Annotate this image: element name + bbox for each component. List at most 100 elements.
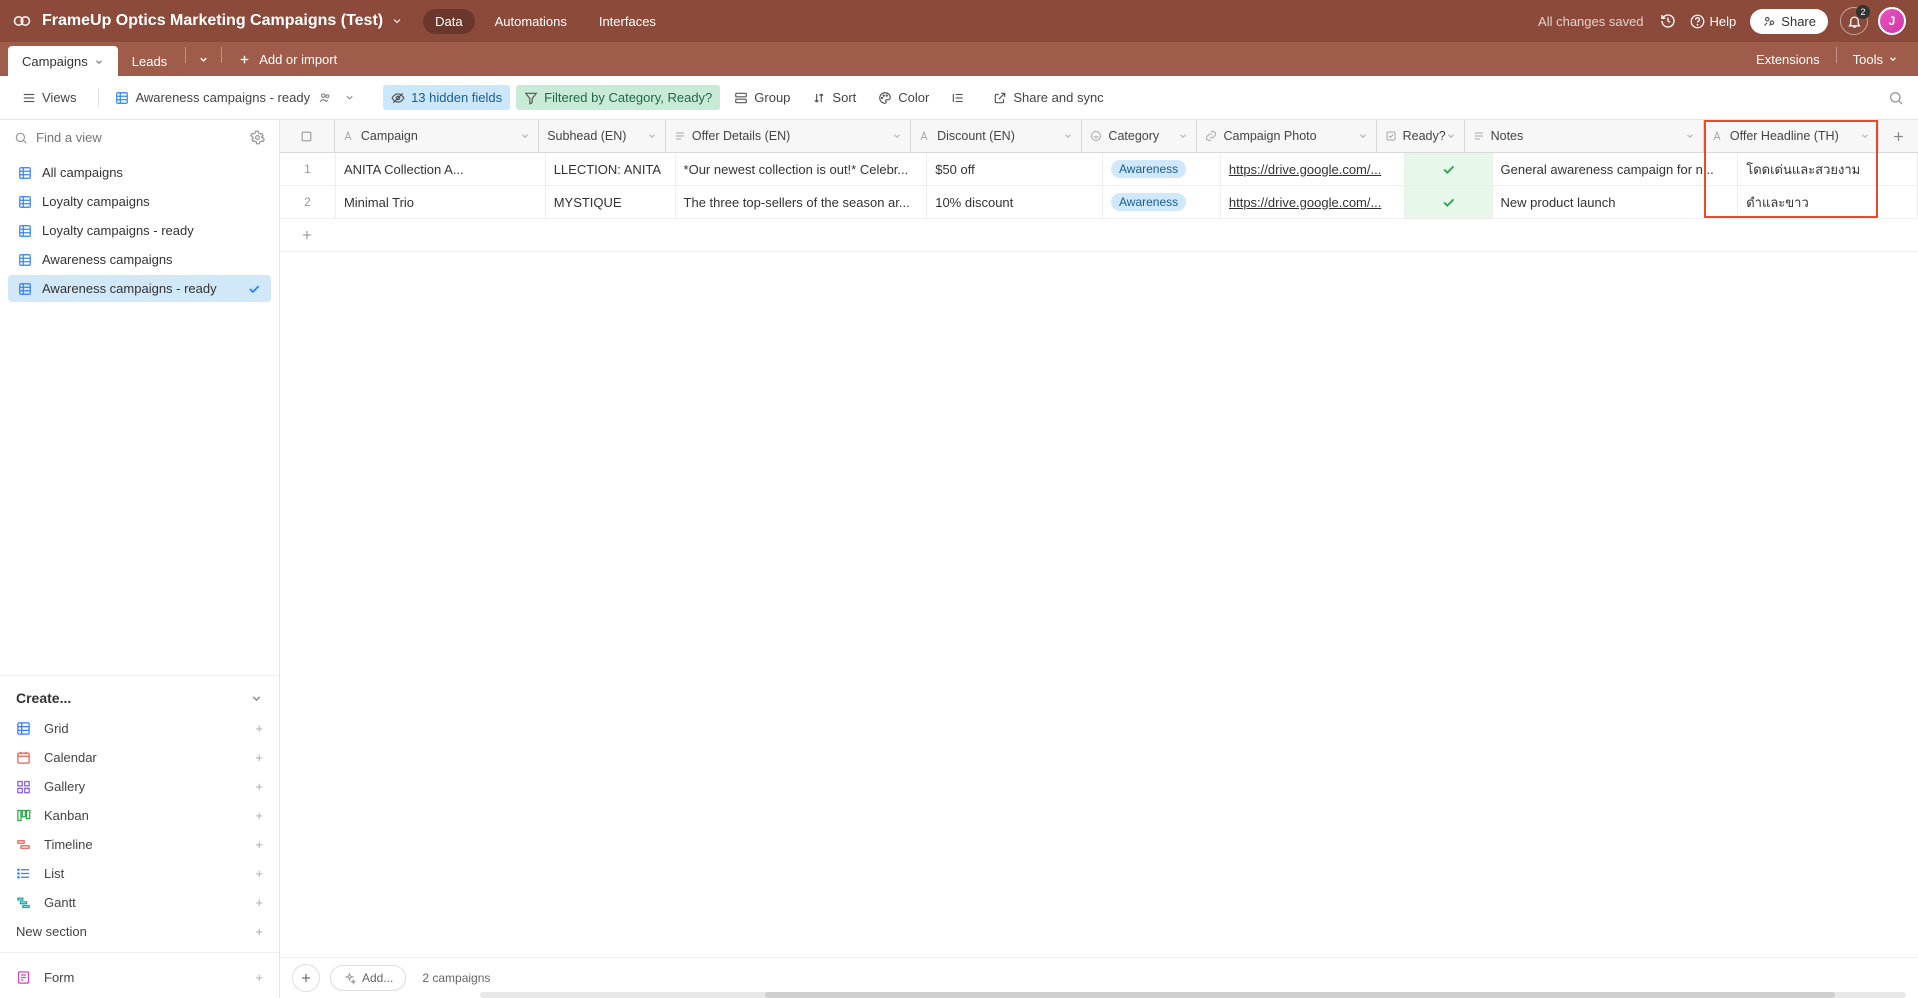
create-list[interactable]: List+ — [14, 859, 265, 888]
sort-button[interactable]: Sort — [804, 85, 864, 110]
cell-campaign[interactable]: ANITA Collection A... — [336, 153, 546, 185]
current-view-button[interactable]: Awareness campaigns - ready — [107, 85, 369, 110]
column-category[interactable]: Category — [1082, 120, 1197, 152]
tables-dropdown-icon[interactable] — [190, 46, 217, 72]
app-logo-icon[interactable] — [12, 11, 32, 31]
chevron-down-icon[interactable] — [1178, 131, 1188, 141]
chevron-down-icon[interactable] — [1860, 131, 1870, 141]
cell-ready[interactable] — [1405, 153, 1493, 185]
share-sync-button[interactable]: Share and sync — [985, 85, 1111, 110]
find-view-input[interactable] — [36, 130, 250, 145]
view-awareness-campaigns[interactable]: Awareness campaigns — [8, 246, 271, 273]
cell-photo[interactable]: https://drive.google.com/... — [1221, 153, 1405, 185]
history-icon[interactable] — [1660, 13, 1676, 29]
view-all-campaigns[interactable]: All campaigns — [8, 159, 271, 186]
view-awareness-campaigns-ready[interactable]: Awareness campaigns - ready — [8, 275, 271, 302]
create-header[interactable]: Create... — [14, 686, 265, 714]
color-button[interactable]: Color — [870, 85, 937, 110]
column-campaign-photo[interactable]: Campaign Photo — [1197, 120, 1376, 152]
tools-button[interactable]: Tools — [1841, 44, 1910, 75]
create-grid[interactable]: Grid+ — [14, 714, 265, 743]
notifications-button[interactable]: 2 — [1840, 7, 1868, 35]
add-menu-button[interactable]: Add... — [330, 965, 406, 991]
add-record-button[interactable] — [292, 964, 320, 992]
table-tab-leads[interactable]: Leads — [118, 46, 181, 76]
create-kanban[interactable]: Kanban+ — [14, 801, 265, 830]
view-loyalty-campaigns[interactable]: Loyalty campaigns — [8, 188, 271, 215]
create-new-section[interactable]: New section+ — [14, 917, 265, 946]
plus-icon: + — [255, 779, 263, 794]
create-gantt[interactable]: Gantt+ — [14, 888, 265, 917]
col-label: Discount (EN) — [937, 129, 1015, 143]
scrollbar-thumb[interactable] — [765, 992, 1835, 998]
column-offer-details-en[interactable]: Offer Details (EN) — [666, 120, 911, 152]
cell-subhead[interactable]: LLECTION: ANITA — [546, 153, 676, 185]
column-ready[interactable]: Ready? — [1377, 120, 1465, 152]
chevron-down-icon[interactable] — [344, 92, 355, 103]
group-button[interactable]: Group — [726, 85, 798, 110]
column-campaign[interactable]: Campaign — [335, 120, 539, 152]
table-tab-campaigns[interactable]: Campaigns — [8, 46, 118, 76]
hidden-fields-button[interactable]: 13 hidden fields — [383, 85, 510, 110]
chevron-down-icon[interactable] — [1685, 131, 1695, 141]
nav-interfaces[interactable]: Interfaces — [587, 9, 668, 34]
row-height-icon — [951, 91, 965, 105]
cell-offer-th[interactable]: ดำและขาว — [1738, 186, 1918, 218]
select-all-header[interactable] — [280, 120, 335, 152]
cell-subhead[interactable]: MYSTIQUE — [546, 186, 676, 218]
cell-campaign[interactable]: Minimal Trio — [336, 186, 546, 218]
chevron-down-icon[interactable] — [94, 57, 104, 67]
cell-offer-details[interactable]: The three top-sellers of the season ar..… — [676, 186, 928, 218]
add-or-import-button[interactable]: Add or import — [226, 44, 349, 74]
checkbox-field-icon — [1385, 130, 1397, 142]
cell-offer-details[interactable]: *Our newest collection is out!* Celebr..… — [676, 153, 928, 185]
view-settings-icon[interactable] — [250, 130, 265, 145]
view-loyalty-campaigns-ready[interactable]: Loyalty campaigns - ready — [8, 217, 271, 244]
chevron-down-icon[interactable] — [892, 131, 902, 141]
add-column-button[interactable] — [1879, 120, 1918, 152]
table-row[interactable]: 2 Minimal Trio MYSTIQUE The three top-se… — [280, 186, 1918, 219]
chevron-down-icon[interactable] — [1446, 131, 1456, 141]
create-timeline[interactable]: Timeline+ — [14, 830, 265, 859]
cell-notes[interactable]: General awareness campaign for n... — [1493, 153, 1739, 185]
table-row[interactable]: 1 ANITA Collection A... LLECTION: ANITA … — [280, 153, 1918, 186]
extensions-button[interactable]: Extensions — [1744, 44, 1832, 75]
search-records-icon[interactable] — [1888, 90, 1904, 106]
user-avatar[interactable]: J — [1878, 7, 1906, 35]
chevron-down-icon[interactable] — [1063, 131, 1073, 141]
cell-photo[interactable]: https://drive.google.com/... — [1221, 186, 1405, 218]
add-record-row[interactable] — [280, 219, 1918, 252]
chevron-down-icon[interactable] — [520, 131, 530, 141]
share-button[interactable]: Share — [1750, 9, 1828, 34]
cell-ready[interactable] — [1405, 186, 1493, 218]
views-toggle-button[interactable]: Views — [14, 85, 84, 110]
create-gallery[interactable]: Gallery+ — [14, 772, 265, 801]
create-form[interactable]: Form+ — [14, 963, 265, 992]
row-number[interactable]: 1 — [280, 153, 336, 185]
column-subhead-en[interactable]: Subhead (EN) — [539, 120, 666, 152]
chevron-down-icon[interactable] — [1358, 131, 1368, 141]
row-number[interactable]: 2 — [280, 186, 336, 218]
cell-discount[interactable]: $50 off — [927, 153, 1103, 185]
nav-automations[interactable]: Automations — [483, 9, 579, 34]
base-name[interactable]: FrameUp Optics Marketing Campaigns (Test… — [42, 12, 383, 30]
row-height-button[interactable] — [943, 86, 979, 110]
text-field-icon — [343, 130, 355, 142]
help-button[interactable]: Help — [1690, 14, 1737, 29]
base-menu-chevron-icon[interactable] — [391, 15, 403, 27]
nav-data[interactable]: Data — [423, 9, 474, 34]
cell-discount[interactable]: 10% discount — [927, 186, 1103, 218]
column-notes[interactable]: Notes — [1465, 120, 1704, 152]
photo-link[interactable]: https://drive.google.com/... — [1229, 162, 1381, 177]
horizontal-scrollbar[interactable] — [480, 992, 1906, 998]
cell-category[interactable]: Awareness — [1103, 153, 1221, 185]
cell-category[interactable]: Awareness — [1103, 186, 1221, 218]
chevron-down-icon[interactable] — [647, 131, 657, 141]
cell-notes[interactable]: New product launch — [1493, 186, 1739, 218]
create-calendar[interactable]: Calendar+ — [14, 743, 265, 772]
filter-button[interactable]: Filtered by Category, Ready? — [516, 85, 720, 110]
photo-link[interactable]: https://drive.google.com/... — [1229, 195, 1381, 210]
column-offer-headline-th[interactable]: Offer Headline (TH) — [1704, 120, 1879, 152]
cell-offer-th[interactable]: โดดเด่นและสวยงาม — [1738, 153, 1918, 185]
column-discount-en[interactable]: Discount (EN) — [911, 120, 1082, 152]
